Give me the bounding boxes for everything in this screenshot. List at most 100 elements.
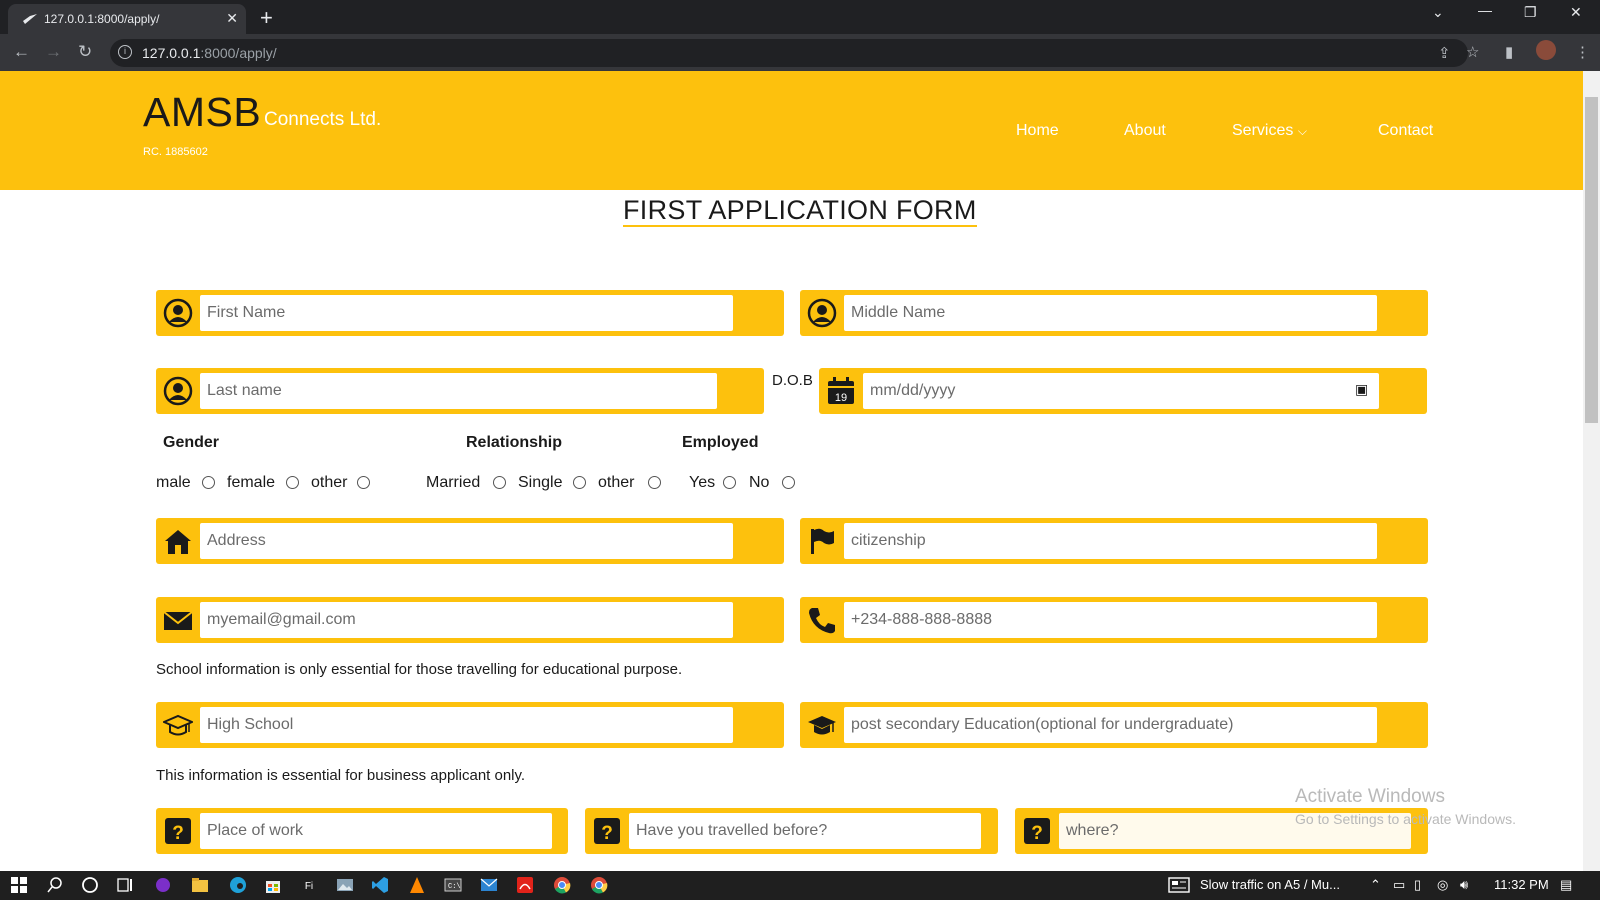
- employed-yes-label: Yes: [689, 474, 716, 491]
- profile-avatar[interactable]: [1536, 40, 1556, 60]
- mail-icon[interactable]: [480, 876, 498, 894]
- chrome-active-icon[interactable]: [590, 876, 608, 894]
- address-input[interactable]: [200, 523, 733, 559]
- side-panel-icon[interactable]: ▮: [1505, 43, 1513, 61]
- svg-text:?: ?: [172, 823, 184, 844]
- phone-icon: [809, 608, 835, 634]
- network-globe-icon[interactable]: ◎: [1437, 877, 1448, 893]
- post-secondary-group: [800, 702, 1428, 748]
- task-view-icon[interactable]: [116, 876, 134, 894]
- vlc-icon[interactable]: [408, 876, 426, 894]
- relationship-other-radio[interactable]: [648, 476, 661, 489]
- employed-label: Employed: [682, 434, 759, 451]
- search-icon[interactable]: [46, 876, 64, 894]
- place-of-work-input[interactable]: [200, 813, 552, 849]
- gender-label: Gender: [163, 434, 220, 451]
- brand-logo[interactable]: AMSB: [143, 89, 261, 136]
- svg-text:?: ?: [1031, 823, 1043, 844]
- forward-icon[interactable]: →: [45, 42, 62, 62]
- photos-icon[interactable]: [336, 876, 354, 894]
- graduation-cap-outline-icon: [163, 714, 193, 736]
- app-purple-icon[interactable]: [154, 876, 172, 894]
- minimize-icon[interactable]: —: [1478, 2, 1492, 18]
- first-name-group: [156, 290, 784, 336]
- site-info-icon[interactable]: i: [118, 45, 132, 59]
- high-school-input[interactable]: [200, 707, 733, 743]
- figma-icon[interactable]: Fi: [300, 876, 318, 894]
- graduation-cap-icon: [808, 716, 836, 735]
- nav-contact[interactable]: Contact: [1378, 122, 1433, 140]
- restore-icon[interactable]: ❐: [1524, 4, 1537, 21]
- phone-input[interactable]: [844, 602, 1377, 638]
- url-path: :8000/apply/: [200, 45, 277, 61]
- phone-group: [800, 597, 1428, 643]
- employed-yes-radio[interactable]: [723, 476, 736, 489]
- share-icon[interactable]: ⇪: [1438, 44, 1451, 62]
- gender-female-label: female: [227, 474, 276, 491]
- cortana-icon[interactable]: [81, 876, 99, 894]
- edge-icon[interactable]: [229, 876, 247, 894]
- middle-name-input[interactable]: [844, 295, 1377, 331]
- scrollbar-thumb[interactable]: [1585, 97, 1598, 423]
- page-scrollbar[interactable]: [1583, 71, 1600, 871]
- relationship-single-radio[interactable]: [573, 476, 586, 489]
- tab-title: 127.0.0.1:8000/apply/: [44, 12, 160, 26]
- gender-male-radio[interactable]: [202, 476, 215, 489]
- address-bar[interactable]: i 127.0.0.1:8000/apply/ ⇪: [110, 39, 1468, 67]
- post-secondary-input[interactable]: [844, 707, 1377, 743]
- back-icon[interactable]: ←: [13, 42, 30, 62]
- tab-close-icon[interactable]: ✕: [226, 10, 238, 27]
- nav-about[interactable]: About: [1124, 122, 1166, 140]
- clock[interactable]: 11:32 PM: [1494, 877, 1549, 892]
- news-widget-text[interactable]: Slow traffic on A5 / Mu...: [1200, 877, 1340, 892]
- meet-now-icon[interactable]: ▭: [1393, 877, 1405, 893]
- user-icon: [807, 298, 837, 328]
- registration-number: RC. 1885602: [143, 146, 208, 158]
- dob-group: 19 ▣: [819, 368, 1427, 414]
- place-of-work-group: ?: [156, 808, 568, 854]
- nav-services-label: Services: [1232, 122, 1294, 139]
- travelled-group: ?: [585, 808, 998, 854]
- last-name-input[interactable]: [200, 373, 717, 409]
- question-icon: ?: [1024, 818, 1050, 844]
- acrobat-icon[interactable]: [516, 876, 534, 894]
- volume-icon[interactable]: 🔊︎: [1460, 877, 1468, 893]
- window-close-icon[interactable]: ✕: [1570, 4, 1582, 21]
- first-name-input[interactable]: [200, 295, 733, 331]
- vscode-icon[interactable]: [371, 876, 389, 894]
- nav-services[interactable]: Services ⌵: [1232, 122, 1307, 140]
- dob-input[interactable]: [863, 373, 1379, 409]
- date-picker-icon[interactable]: ▣: [1355, 381, 1368, 398]
- new-tab-icon[interactable]: +: [260, 5, 273, 31]
- gender-female-radio[interactable]: [286, 476, 299, 489]
- file-explorer-icon[interactable]: [191, 876, 209, 894]
- relationship-single-label: Single: [518, 474, 563, 491]
- activate-windows-title: Activate Windows: [1295, 786, 1445, 807]
- tab-search-chevron-icon[interactable]: ⌄: [1432, 4, 1444, 21]
- menu-kebab-icon[interactable]: ⋮: [1575, 43, 1590, 61]
- gender-other-radio[interactable]: [357, 476, 370, 489]
- tray-chevron-up-icon[interactable]: ⌃: [1370, 877, 1381, 893]
- reload-icon[interactable]: ↻: [78, 42, 92, 62]
- question-icon: ?: [594, 818, 620, 844]
- envelope-icon: [163, 611, 193, 630]
- store-icon[interactable]: [264, 876, 282, 894]
- notifications-icon[interactable]: ▤: [1560, 877, 1572, 893]
- chrome-icon[interactable]: [553, 876, 571, 894]
- activate-windows-subtitle: Go to Settings to activate Windows.: [1295, 811, 1516, 827]
- citizenship-input[interactable]: [844, 523, 1377, 559]
- bookmark-star-icon[interactable]: ☆: [1466, 43, 1479, 61]
- calendar-icon: 19: [828, 377, 854, 404]
- url-host: 127.0.0.1: [142, 45, 201, 61]
- email-input[interactable]: [200, 602, 733, 638]
- employed-no-radio[interactable]: [782, 476, 795, 489]
- terminal-icon[interactable]: C:\: [444, 876, 462, 894]
- citizenship-group: [800, 518, 1428, 564]
- news-widget-icon[interactable]: [1168, 876, 1190, 894]
- travelled-input[interactable]: [629, 813, 981, 849]
- browser-tab[interactable]: 127.0.0.1:8000/apply/ ✕: [8, 4, 246, 34]
- battery-icon[interactable]: ▯: [1414, 877, 1421, 893]
- nav-home[interactable]: Home: [1016, 122, 1059, 140]
- relationship-married-radio[interactable]: [493, 476, 506, 489]
- windows-start-icon[interactable]: [10, 876, 28, 894]
